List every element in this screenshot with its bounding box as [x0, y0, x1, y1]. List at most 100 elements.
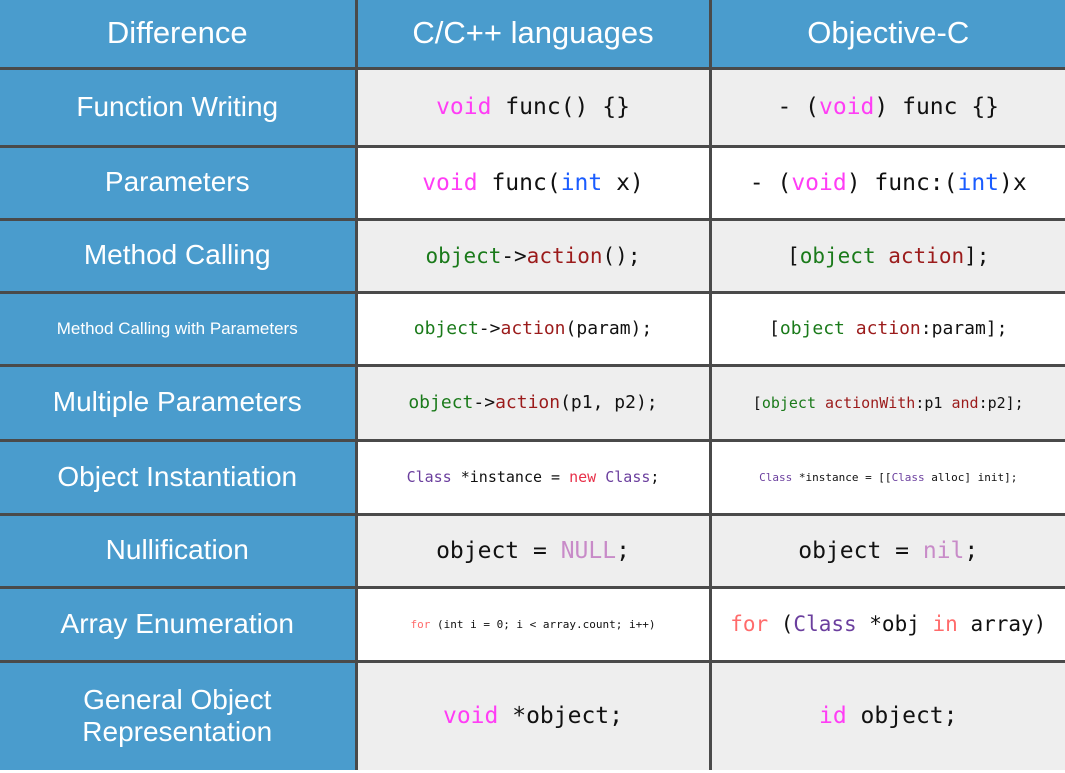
code-token: ) func:(	[846, 169, 958, 196]
code-token: object	[779, 318, 845, 339]
code-token: Class	[891, 470, 925, 484]
row-label-multiple-parameters: Multiple Parameters	[0, 365, 358, 442]
c-code-cell: for (int i = 0; i < array.count; i++)	[356, 587, 712, 663]
objc-code-cell: for (Class *obj in array)	[710, 587, 1065, 663]
code-token: alloc] init];	[924, 470, 1018, 484]
row-label-general-object-representation: General Object Representation	[0, 661, 358, 770]
table-row: Function Writing void func() {} - (void) f…	[0, 68, 1065, 148]
c-code-cell: Class *instance = new Class;	[356, 440, 712, 516]
code-token: func() {}	[491, 94, 630, 120]
objc-code-cell: - (void) func {}	[710, 68, 1065, 148]
code-token: Class	[759, 470, 793, 484]
comparison-table: Difference C/C++ languages Objective-C F…	[0, 0, 1065, 770]
objc-code-cell: id object;	[710, 661, 1065, 770]
code-token: for	[730, 612, 769, 636]
code-token: ->	[473, 392, 496, 413]
code-token: object =	[798, 537, 923, 564]
code-token: - (	[749, 169, 792, 196]
code-token: for	[410, 617, 431, 631]
code-token: Class	[406, 468, 452, 486]
code-token: action	[526, 243, 603, 268]
c-code-cell: object->action(param);	[356, 292, 712, 367]
objc-code-cell: object = nil;	[710, 514, 1065, 589]
code-token: object	[761, 393, 816, 412]
code-token: *instance =	[451, 468, 570, 486]
header-c-cpp: C/C++ languages	[356, 0, 712, 70]
row-label-object-instantiation: Object Instantiation	[0, 440, 358, 516]
code-token: *obj	[856, 612, 933, 636]
code-token: ) func {}	[874, 94, 1000, 120]
code-token: action	[855, 318, 921, 339]
code-token: ;	[650, 468, 660, 486]
c-code-cell: object = NULL;	[356, 514, 712, 589]
code-token: nil	[922, 537, 965, 564]
code-token: :param];	[920, 318, 1008, 339]
code-token: :p2];	[978, 393, 1024, 412]
code-token: int	[957, 169, 1000, 196]
code-token: action	[500, 318, 566, 339]
c-code-cell: void func(int x)	[356, 146, 712, 221]
code-token: void	[422, 169, 478, 196]
code-token: void	[819, 94, 875, 120]
code-token: ];	[964, 243, 990, 268]
table-row: Multiple Parameters object->action(p1, p2…	[0, 365, 1065, 442]
code-token: NULL	[560, 537, 617, 564]
code-token: )x	[999, 169, 1027, 196]
c-code-cell: object->action(p1, p2);	[356, 365, 712, 442]
code-token: actionWith	[825, 393, 916, 412]
code-token: and	[951, 393, 979, 412]
code-token: action	[888, 243, 965, 268]
table-row: Parameters void func(int x) - (void) func:…	[0, 146, 1065, 221]
code-token: id	[819, 703, 847, 730]
header-difference: Difference	[0, 0, 358, 70]
code-token: :p1	[915, 393, 952, 412]
row-label-function-writing: Function Writing	[0, 68, 358, 148]
code-token: void	[791, 169, 847, 196]
header-row: Difference C/C++ languages Objective-C	[0, 0, 1065, 70]
c-code-cell: void func() {}	[356, 68, 712, 148]
code-token: [	[787, 243, 800, 268]
row-label-nullification: Nullification	[0, 514, 358, 589]
row-label-parameters: Parameters	[0, 146, 358, 221]
code-token: [	[752, 393, 762, 412]
code-token: Class	[793, 612, 857, 636]
code-token: object =	[436, 537, 561, 564]
code-token: new	[569, 468, 597, 486]
code-token: (int i = 0; i < array.count; i++)	[430, 617, 656, 631]
table-header: Difference C/C++ languages Objective-C	[0, 0, 1065, 70]
code-token: object	[408, 392, 474, 413]
code-token: (p1, p2);	[560, 392, 658, 413]
code-token: ->	[478, 318, 501, 339]
code-token: *object;	[498, 703, 623, 730]
code-token: void	[442, 703, 499, 730]
code-token: object	[799, 243, 876, 268]
c-code-cell: object->action();	[356, 219, 712, 294]
code-token: [	[769, 318, 780, 339]
code-token: x)	[602, 169, 644, 196]
table-row: General Object Representation void *objec…	[0, 661, 1065, 770]
objc-code-cell: [object action:param];	[710, 292, 1065, 367]
code-token: - (	[777, 94, 820, 120]
table-row: Object Instantiation Class *instance = ne…	[0, 440, 1065, 516]
code-token: Class	[605, 468, 651, 486]
table-row: Array Enumeration for (int i = 0; i < arr…	[0, 587, 1065, 663]
code-token: ;	[616, 537, 630, 564]
code-token: object	[425, 243, 502, 268]
code-token: action	[495, 392, 561, 413]
code-token: (	[768, 612, 794, 636]
code-token: array)	[957, 612, 1047, 636]
code-token: object	[413, 318, 479, 339]
code-token: (param);	[565, 318, 653, 339]
table-body: Function Writing void func() {} - (void) f…	[0, 68, 1065, 770]
objc-code-cell: Class *instance = [[Class alloc] init];	[710, 440, 1065, 516]
code-token: in	[932, 612, 958, 636]
header-objective-c: Objective-C	[710, 0, 1065, 70]
code-token: void	[436, 94, 492, 120]
table-row: Nullification object = NULL; object = nil;	[0, 514, 1065, 589]
objc-code-cell: - (void) func:(int)x	[710, 146, 1065, 221]
c-code-cell: void *object;	[356, 661, 712, 770]
